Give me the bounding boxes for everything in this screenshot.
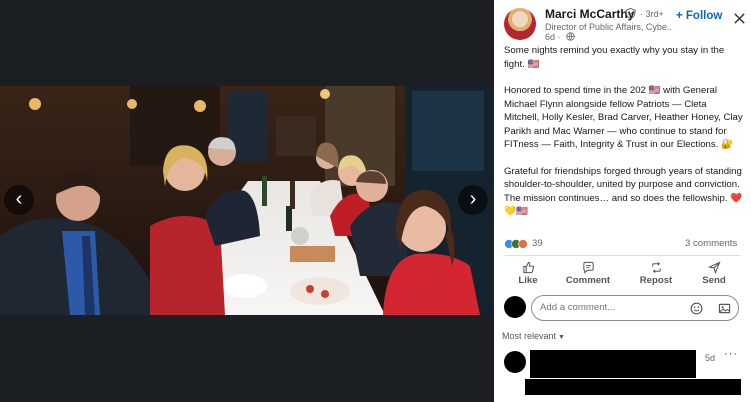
divider [504, 255, 741, 256]
comment-box[interactable] [531, 295, 739, 321]
author-avatar[interactable] [504, 8, 536, 40]
comment-icon [582, 261, 594, 274]
like-label: Like [518, 275, 538, 286]
post-paragraph: Grateful for friendships forged through … [504, 165, 743, 218]
commenter-avatar[interactable] [504, 351, 526, 373]
comments-count[interactable]: 3 comments [685, 238, 737, 249]
previous-photo-button[interactable]: ‹ [4, 185, 34, 215]
globe-icon [566, 32, 575, 41]
follow-button[interactable]: + Follow [676, 10, 722, 22]
send-label: Send [702, 275, 726, 286]
post-photo [0, 86, 494, 315]
send-button[interactable]: Send [688, 259, 740, 286]
sort-label: Most relevant [502, 331, 557, 341]
comment-timestamp: 5d [705, 353, 716, 363]
close-icon[interactable] [733, 12, 746, 25]
thumbs-up-icon [522, 261, 534, 274]
comment-more-options-button[interactable]: ··· [724, 348, 738, 360]
comment-sort-dropdown[interactable]: Most relevant ▼ [502, 331, 565, 341]
redacted-commenter-name [530, 350, 696, 378]
comment-input[interactable] [540, 302, 680, 313]
repost-icon [651, 262, 661, 273]
post-paragraph: Honored to spend time in the 202 🇺🇸 with… [504, 85, 743, 150]
post-text: Some nights remind you exactly why you s… [504, 44, 744, 219]
redacted-comment-text [525, 379, 741, 395]
image-icon[interactable] [718, 302, 731, 315]
post-detail-panel: Marci McCarthy · 3rd+ + Follow Director … [494, 0, 751, 402]
post-paragraph: Some nights remind you exactly why you s… [504, 45, 725, 70]
repost-button[interactable]: Repost [630, 259, 682, 286]
current-user-avatar [504, 296, 526, 318]
author-headline: Director of Public Affairs, Cybe... [545, 22, 671, 32]
comment-label: Comment [565, 275, 611, 286]
reaction-icons[interactable] [504, 239, 528, 249]
like-button[interactable]: Like [502, 259, 554, 286]
reaction-count[interactable]: 39 [532, 238, 543, 249]
author-name[interactable]: Marci McCarthy [545, 7, 634, 21]
next-photo-button[interactable]: › [458, 185, 488, 215]
comment-button[interactable]: Comment [562, 259, 614, 286]
send-icon [707, 261, 721, 274]
connection-degree: · 3rd+ [640, 9, 664, 19]
dinner-photo-illustration [0, 86, 494, 315]
post-timestamp: 6d · [545, 32, 561, 42]
repost-label: Repost [639, 275, 673, 286]
caret-down-icon: ▼ [558, 334, 565, 341]
verified-shield-icon [625, 8, 636, 19]
photo-viewer: ‹ › [0, 0, 494, 402]
emoji-icon[interactable] [690, 302, 703, 315]
